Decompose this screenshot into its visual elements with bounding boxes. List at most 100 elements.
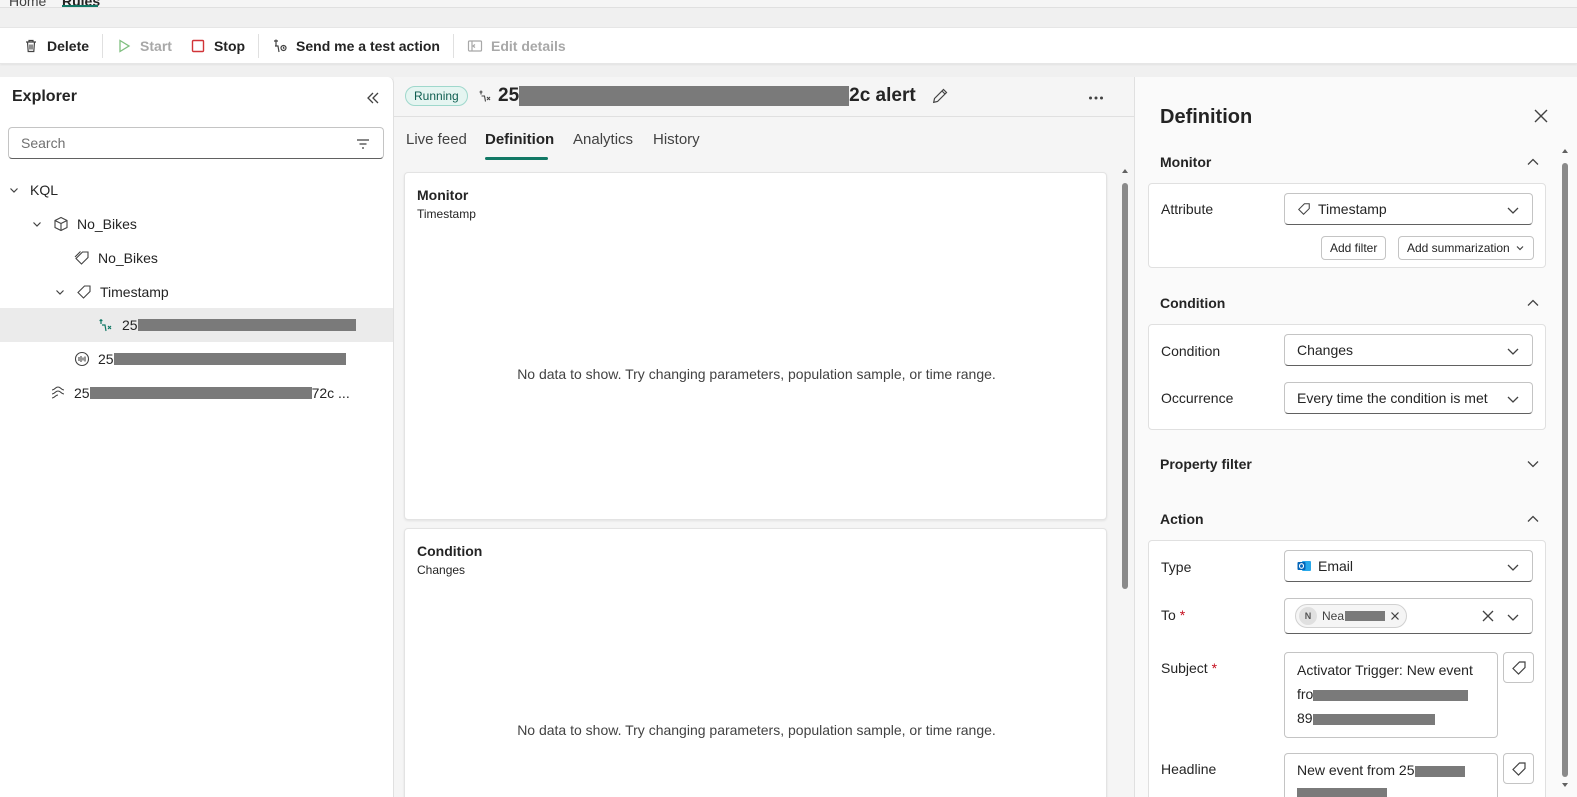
tree-label: 25 [98,351,114,367]
chevron-down-icon[interactable] [1506,610,1520,624]
tab-definition[interactable]: Definition [485,131,554,148]
chevron-up-icon[interactable] [1526,155,1540,169]
recipient-chip[interactable]: N Nea [1295,604,1408,628]
tree-item-rule[interactable]: 25 [0,308,393,342]
tab-home[interactable]: Home [9,0,46,7]
chevron-up-icon[interactable] [1526,512,1540,526]
subject-line: Activator Trigger: New event [1297,662,1473,678]
subject-label-text: Subject [1161,660,1208,676]
chevron-down-icon[interactable] [1526,457,1540,471]
toolbar-divider [258,33,260,58]
condition-section-header[interactable]: Condition [1160,292,1540,314]
delete-button[interactable]: Delete [14,32,98,60]
edit-details-icon [467,39,483,52]
required-marker: * [1211,660,1218,676]
send-test-action-button[interactable]: Send me a test action [263,32,449,60]
section-title: Action [1160,511,1204,527]
chevron-down-icon[interactable] [8,184,20,196]
tab-history[interactable]: History [653,131,700,148]
tag-icon [1298,203,1310,215]
filter-icon[interactable] [355,136,371,152]
redacted-text [89,387,312,399]
edit-details-label: Edit details [490,37,566,54]
add-summarization-button[interactable]: Add summarization [1398,236,1534,260]
action-section-header[interactable]: Action [1160,508,1540,530]
clear-icon[interactable] [1482,610,1494,622]
subject-input[interactable]: Activator Trigger: New event fro 89 [1284,652,1498,738]
edit-details-button[interactable]: Edit details [458,32,575,60]
recipient-picker[interactable]: N Nea [1284,598,1533,634]
redacted-text [137,319,356,331]
tab-live-feed[interactable]: Live feed [406,131,467,148]
scrollbar[interactable] [1120,167,1130,797]
chevron-down-icon[interactable] [54,286,66,298]
chevron-down-icon [1516,246,1524,251]
close-icon[interactable] [1532,107,1550,125]
definition-panel: Definition Monitor Attribute Timestamp A… [1134,77,1577,797]
tree-label: 25 [122,317,138,333]
required-marker: * [1179,607,1186,623]
redacted-text [1313,689,1469,701]
stream-signal-icon [74,351,90,367]
tree-label: Timestamp [100,284,169,300]
tab-rules-underline [62,5,98,7]
occurrence-label: Occurrence [1161,390,1234,406]
scrollbar[interactable] [1560,147,1570,797]
more-options-icon[interactable] [1087,89,1105,107]
explorer-title: Explorer [12,88,77,105]
add-summarization-label: Add summarization [1407,241,1510,255]
start-button[interactable]: Start [107,32,181,60]
scroll-down-icon[interactable] [1561,781,1569,789]
headline-text: New event from 25 [1297,762,1415,778]
property-filter-section-header[interactable]: Property filter [1160,453,1540,475]
tree-label: No_Bikes [77,216,137,232]
empty-state-message: No data to show. Try changing parameters… [517,366,996,382]
stop-label: Stop [213,37,246,54]
scrollbar-thumb[interactable] [1122,183,1128,589]
tag-icon [77,285,91,299]
stop-button[interactable]: Stop [181,32,254,60]
insert-tag-button[interactable] [1503,753,1534,784]
tag-icon [1511,660,1526,675]
search-input[interactable] [9,128,329,158]
rule-title: 25 2c alert [478,85,916,107]
condition-label: Condition [1161,343,1221,359]
tab-analytics[interactable]: Analytics [573,131,633,148]
scroll-up-icon[interactable] [1121,167,1129,175]
occurrence-dropdown[interactable]: Every time the condition is met [1284,382,1533,414]
monitor-section-header[interactable]: Monitor [1160,151,1540,173]
add-filter-button[interactable]: Add filter [1321,236,1387,260]
to-label-text: To [1161,607,1176,623]
headline-line [1297,781,1485,797]
condition-dropdown[interactable]: Changes [1284,334,1533,366]
scroll-up-icon[interactable] [1561,147,1569,155]
toolbar: Delete Start Stop Send me a test action … [0,27,1577,64]
tree-label: KQL [30,182,59,198]
chevron-down-icon[interactable] [31,218,43,230]
tree-item-timestamp[interactable]: Timestamp [0,275,393,309]
scrollbar-thumb[interactable] [1562,163,1568,777]
pencil-icon[interactable] [931,87,949,105]
attribute-dropdown[interactable]: Timestamp [1284,193,1533,225]
insert-tag-button[interactable] [1503,652,1534,683]
tree-item-eventstream[interactable]: 25 [0,342,393,376]
redacted-text [1297,788,1387,797]
headline-input[interactable]: New event from 25 [1284,753,1498,797]
chevron-up-icon[interactable] [1526,296,1540,310]
section-title: Monitor [1160,154,1212,170]
action-type-dropdown[interactable]: Email [1284,550,1533,582]
remove-recipient-icon[interactable] [1390,611,1400,621]
top-tab-bar: Home Rules [0,0,1577,8]
tree-item-kql[interactable]: KQL [0,173,393,207]
empty-state-message: No data to show. Try changing parameters… [517,722,996,738]
redacted-text [113,353,346,365]
avatar: N [1299,607,1317,625]
redacted-text [1345,611,1386,621]
tree-item-no-bikes-object[interactable]: No_Bikes [0,207,393,241]
tree-item-no-bikes-property[interactable]: No_Bikes [0,241,393,275]
collapse-pane-icon[interactable] [364,89,382,107]
rule-tabs: Live feed Definition Analytics History [394,117,1134,161]
card-subtitle: Changes [417,563,466,577]
redacted-text [1414,765,1465,777]
tree-item-stream[interactable]: 25 72c ... [0,376,393,410]
